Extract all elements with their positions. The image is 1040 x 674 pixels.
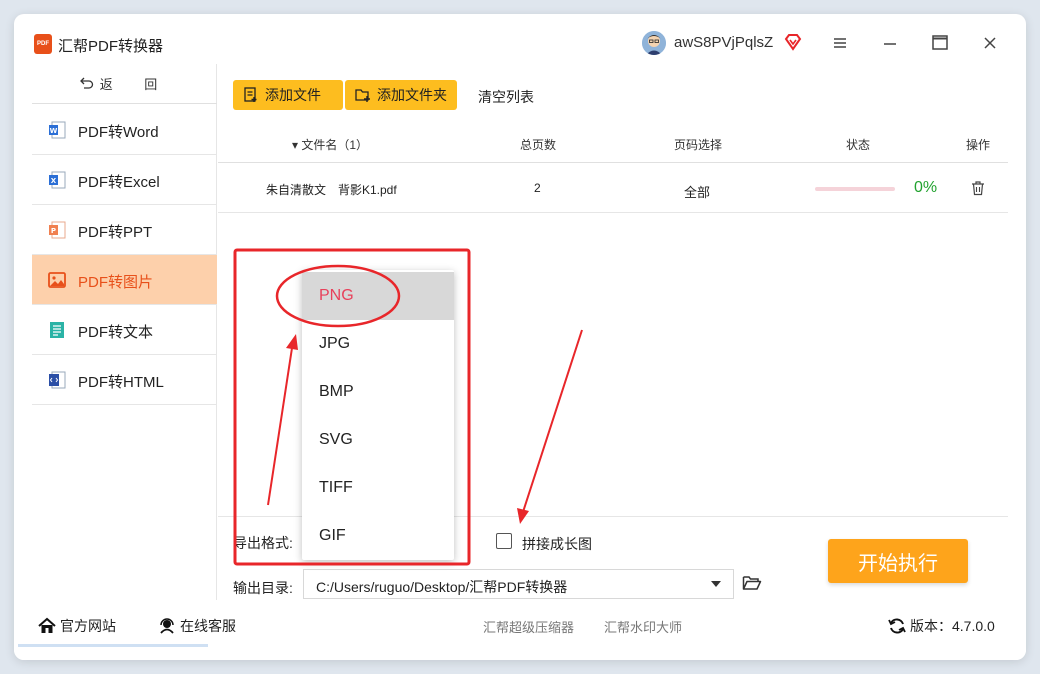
format-option-tiff[interactable]: TIFF [302, 464, 454, 512]
header-pages: 总页数 [520, 138, 557, 152]
add-file-label: 添加文件 [265, 87, 321, 103]
format-option-bmp[interactable]: BMP [302, 368, 454, 416]
header-filename[interactable]: ▾ 文件名（1） [292, 136, 368, 153]
header-action: 操作 [966, 138, 991, 152]
svg-text:P: P [51, 227, 56, 235]
sidebar-item-label: PDF转图片 [78, 274, 154, 291]
row-page-select[interactable]: 全部 [684, 182, 710, 201]
vip-diamond-icon[interactable] [784, 33, 802, 51]
format-option-png[interactable]: PNG [302, 272, 454, 320]
minimize-icon[interactable] [878, 31, 902, 55]
sidebar-item-label: PDF转文本 [78, 324, 154, 341]
row-pages: 2 [534, 181, 541, 195]
chevron-down-icon [711, 581, 721, 587]
format-dropdown[interactable]: PNG JPG BMP SVG TIFF GIF [302, 270, 454, 560]
table-row-divider [218, 212, 1008, 213]
home-icon [38, 617, 56, 633]
compressor-link[interactable]: 汇帮超级压缩器 [483, 617, 574, 636]
row-progress-text: 0% [914, 179, 938, 196]
app-window: PDF 汇帮PDF转换器 awS8PVjPqlsZ 返 回 W PDF转Word… [14, 14, 1026, 660]
sidebar-item-label: PDF转Word [78, 124, 159, 141]
back-label: 返 回 [99, 77, 172, 92]
table-header-divider [218, 162, 1008, 163]
scroll-strip [18, 644, 208, 647]
username[interactable]: awS8PVjPqlsZ [674, 34, 773, 51]
format-option-gif[interactable]: GIF [302, 512, 454, 560]
row-filename: 朱自清散文 背影K1.pdf [266, 183, 397, 197]
trash-icon[interactable] [970, 180, 986, 196]
website-link[interactable]: 官方网站 [38, 616, 116, 636]
sidebar-item-label: PDF转PPT [78, 224, 153, 241]
sidebar-item-pdf-to-html[interactable]: PDF转HTML [32, 355, 217, 405]
output-path-select[interactable]: C:/Users/ruguo/Desktop/汇帮PDF转换器 [303, 569, 734, 599]
stitch-checkbox[interactable] [496, 533, 512, 549]
word-icon: W [49, 121, 66, 139]
format-label: 导出格式: [233, 535, 293, 551]
output-label: 输出目录: [233, 580, 293, 596]
sidebar-item-pdf-to-word[interactable]: W PDF转Word [32, 105, 217, 155]
image-icon [48, 272, 66, 288]
add-folder-button[interactable]: 添加文件夹 [345, 80, 457, 110]
add-folder-icon [355, 89, 370, 102]
version-info[interactable]: 版本：4.7.0.0 [888, 616, 995, 636]
sidebar-item-pdf-to-ppt[interactable]: P PDF转PPT [32, 205, 217, 255]
html-icon [49, 371, 66, 389]
ppt-icon: P [49, 221, 66, 239]
watermark-link[interactable]: 汇帮水印大师 [604, 617, 682, 636]
add-file-button[interactable]: 添加文件 [233, 80, 343, 110]
output-path-value: C:/Users/ruguo/Desktop/汇帮PDF转换器 [316, 579, 568, 595]
support-link[interactable]: 在线客服 [158, 616, 236, 636]
refresh-icon [888, 618, 906, 634]
row-progress-bar [815, 187, 895, 191]
maximize-icon[interactable] [928, 31, 952, 55]
sidebar-item-label: PDF转HTML [78, 374, 164, 391]
start-button[interactable]: 开始执行 [828, 539, 968, 583]
website-label: 官方网站 [60, 618, 116, 634]
app-title: 汇帮PDF转换器 [58, 38, 164, 55]
format-option-svg[interactable]: SVG [302, 416, 454, 464]
menu-icon[interactable] [828, 31, 852, 55]
format-option-jpg[interactable]: JPG [302, 320, 454, 368]
add-file-icon [244, 87, 257, 102]
sidebar-item-pdf-to-excel[interactable]: X PDF转Excel [32, 155, 217, 205]
app-logo-icon: PDF [34, 34, 52, 54]
version-label: 版本：4.7.0.0 [910, 618, 995, 634]
header-status: 状态 [846, 138, 871, 152]
sidebar-item-pdf-to-image[interactable]: PDF转图片 [32, 255, 217, 305]
back-arrow-icon [79, 77, 93, 89]
user-avatar[interactable] [642, 31, 666, 55]
svg-text:W: W [50, 127, 58, 135]
text-icon [50, 322, 64, 338]
back-button[interactable]: 返 回 [32, 64, 217, 104]
sidebar-item-pdf-to-text[interactable]: PDF转文本 [32, 305, 217, 355]
sidebar: 返 回 W PDF转Word X PDF转Excel P PDF转PPT PDF… [32, 64, 217, 600]
sidebar-item-label: PDF转Excel [78, 174, 160, 191]
clear-list-button[interactable]: 清空列表 [478, 87, 534, 107]
main-content: 添加文件 添加文件夹 清空列表 ▾ 文件名（1） 总页数 页码选择 状态 操作 … [218, 64, 1026, 600]
avatar-icon [642, 31, 666, 55]
header-page-select: 页码选择 [674, 138, 723, 152]
close-icon[interactable] [978, 31, 1002, 55]
svg-text:X: X [51, 177, 57, 185]
open-folder-icon[interactable] [742, 574, 762, 592]
stitch-label[interactable]: 拼接成长图 [522, 534, 592, 554]
add-folder-label: 添加文件夹 [377, 87, 447, 103]
footer: 官方网站 在线客服 汇帮超级压缩器 汇帮水印大师 版本：4.7.0.0 [14, 600, 1026, 660]
title-bar: PDF 汇帮PDF转换器 awS8PVjPqlsZ [14, 14, 1026, 64]
excel-icon: X [49, 171, 66, 189]
headset-icon [160, 618, 174, 634]
support-label: 在线客服 [180, 618, 236, 634]
